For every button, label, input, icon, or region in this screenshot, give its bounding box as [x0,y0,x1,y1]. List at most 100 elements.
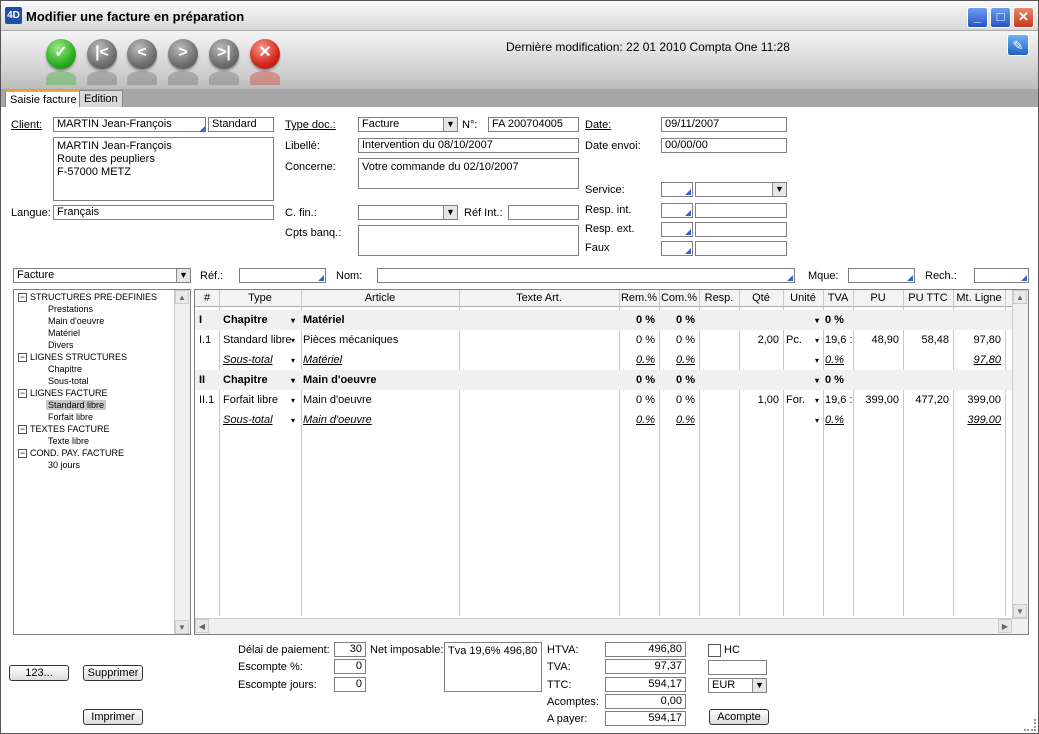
tree-leaf[interactable]: Sous-total [48,376,89,386]
tree-node-lignes-facture[interactable]: − LIGNES FACTURE [18,388,108,399]
date-field[interactable]: 09/11/2007 [661,117,787,132]
delete-button[interactable]: Supprimer [83,665,143,681]
client-type-field[interactable]: Standard [208,117,274,132]
cell-rem[interactable]: 0.% [619,354,655,366]
cell-mt[interactable]: 399,00 [953,394,1001,406]
tree-node-lignes-structures[interactable]: − LIGNES STRUCTURES [18,352,127,363]
tab-edition[interactable]: Edition [79,90,123,107]
pencil-icon[interactable]: ✎ [1007,34,1029,56]
scroll-right-icon[interactable]: ▶ [998,619,1012,633]
cell-pu[interactable]: 399,00 [853,394,899,406]
langue-field[interactable]: Français [53,205,274,220]
cell-type[interactable]: Forfait libre [223,394,299,406]
col-header[interactable]: PU TTC [903,292,953,304]
cell-dropdown-icon[interactable]: ▾ [815,396,819,405]
cell-dropdown-icon[interactable]: ▾ [291,336,295,345]
chevron-down-icon[interactable]: ▼ [176,269,190,282]
maximize-icon[interactable]: □ [990,7,1011,28]
col-header[interactable]: Resp. [699,292,739,304]
type-doc-select[interactable]: Facture ▼ [358,117,458,132]
cell-mt[interactable]: 97,80 [953,354,1001,366]
filter-type-select[interactable]: Facture ▼ [13,268,191,283]
cell-com[interactable]: 0 % [659,394,695,406]
cell-dropdown-icon[interactable]: ▾ [815,336,819,345]
faux-field[interactable] [695,241,787,256]
grid-vertical-scrollbar[interactable]: ▲ ▼ [1012,290,1028,618]
tree-leaf[interactable]: Texte libre [48,436,89,446]
next-record-button[interactable]: > [168,39,198,69]
cell-rem[interactable]: 0 % [619,394,655,406]
collapse-icon[interactable]: − [18,425,27,435]
col-header[interactable]: Unité [783,292,823,304]
delai-field[interactable]: 30 [334,642,366,657]
tree-leaf[interactable]: Prestations [48,304,93,314]
cell-num[interactable]: I [199,314,219,326]
cell-num[interactable]: II [199,374,219,386]
cell-type[interactable]: Standard libre [223,334,299,346]
cell-tva[interactable]: 19,6 : [825,394,853,406]
col-header[interactable]: # [195,292,219,304]
escompte-field[interactable]: 0 [334,659,366,674]
nom-field[interactable] [377,268,795,283]
cell-mt[interactable]: 97,80 [953,334,1001,346]
hc-field[interactable] [708,660,767,675]
col-header[interactable]: TVA [823,292,853,304]
scroll-down-icon[interactable]: ▼ [1013,604,1027,618]
tree-leaf[interactable]: Main d'oeuvre [48,316,104,326]
validate-button[interactable]: ✓ [46,39,76,69]
scroll-up-icon[interactable]: ▲ [175,290,189,304]
collapse-icon[interactable]: − [18,389,27,399]
cell-unite[interactable]: Pc. [786,334,816,346]
cell-dropdown-icon[interactable]: ▾ [815,376,819,385]
table-row[interactable]: II.1 Forfait libre Main d'oeuvre 0 % 0 % 1,00… [195,390,1012,410]
print-button[interactable]: Imprimer [83,709,143,725]
last-record-button[interactable]: >| [209,39,239,69]
cell-tva[interactable]: 19,6 : [825,334,853,346]
cell-puttc[interactable]: 477,20 [903,394,949,406]
close-window-icon[interactable]: ✕ [1013,7,1034,28]
cell-puttc[interactable]: 58,48 [903,334,949,346]
chevron-down-icon[interactable]: ▼ [443,206,457,219]
cell-rem[interactable]: 0 % [619,334,655,346]
col-header[interactable]: PU [853,292,903,304]
concerne-field[interactable]: Votre commande du 02/10/2007 [358,158,579,189]
cell-dropdown-icon[interactable]: ▾ [291,356,295,365]
cell-article[interactable]: Main d'oeuvre [303,374,455,386]
cell-type[interactable]: Chapitre [223,374,299,386]
tree-scrollbar[interactable]: ▲ ▼ [174,290,190,634]
cell-mt[interactable]: 399,00 [953,414,1001,426]
cell-article[interactable]: Matériel [303,314,455,326]
escompte-jours-field[interactable]: 0 [334,677,366,692]
cell-qte[interactable]: 2,00 [739,334,779,346]
collapse-icon[interactable]: − [18,353,27,363]
col-header[interactable]: Type [219,292,301,304]
cell-num[interactable]: I.1 [199,334,219,346]
btn-123[interactable]: 123... [9,665,69,681]
service-code-field[interactable] [661,182,693,197]
libelle-field[interactable]: Intervention du 08/10/2007 [358,138,579,153]
cell-dropdown-icon[interactable]: ▾ [815,356,819,365]
cfin-select[interactable]: ▼ [358,205,458,220]
tree-leaf[interactable]: Chapitre [48,364,82,374]
cell-type[interactable]: Chapitre [223,314,299,326]
num-field[interactable]: FA 200704005 [488,117,579,132]
chevron-down-icon[interactable]: ▼ [443,118,457,131]
minimize-icon[interactable]: _ [967,7,988,28]
cell-unite[interactable]: For. [786,394,816,406]
cell-dropdown-icon[interactable]: ▾ [291,376,295,385]
service-select[interactable]: ▼ [695,182,787,197]
cell-tva[interactable]: 0 % [825,314,853,326]
table-row[interactable]: I.1 Standard libre Pièces mécaniques 0 % 0 %… [195,330,1012,350]
resp-ext-code-field[interactable] [661,222,693,237]
cell-article[interactable]: Pièces mécaniques [303,334,455,346]
col-header[interactable]: Rem.% [619,292,659,304]
resp-ext-field[interactable] [695,222,787,237]
scroll-down-icon[interactable]: ▼ [175,620,189,634]
cell-pu[interactable]: 48,90 [853,334,899,346]
client-field[interactable]: MARTIN Jean-François [53,117,206,132]
first-record-button[interactable]: |< [87,39,117,69]
table-row[interactable]: Sous-total Main d'oeuvre 0.% 0.% 0.% 399,00 ▾ ▾ [195,410,1012,430]
resp-int-code-field[interactable] [661,203,693,218]
mque-field[interactable] [848,268,915,283]
currency-select[interactable]: EUR ▼ [708,678,767,693]
